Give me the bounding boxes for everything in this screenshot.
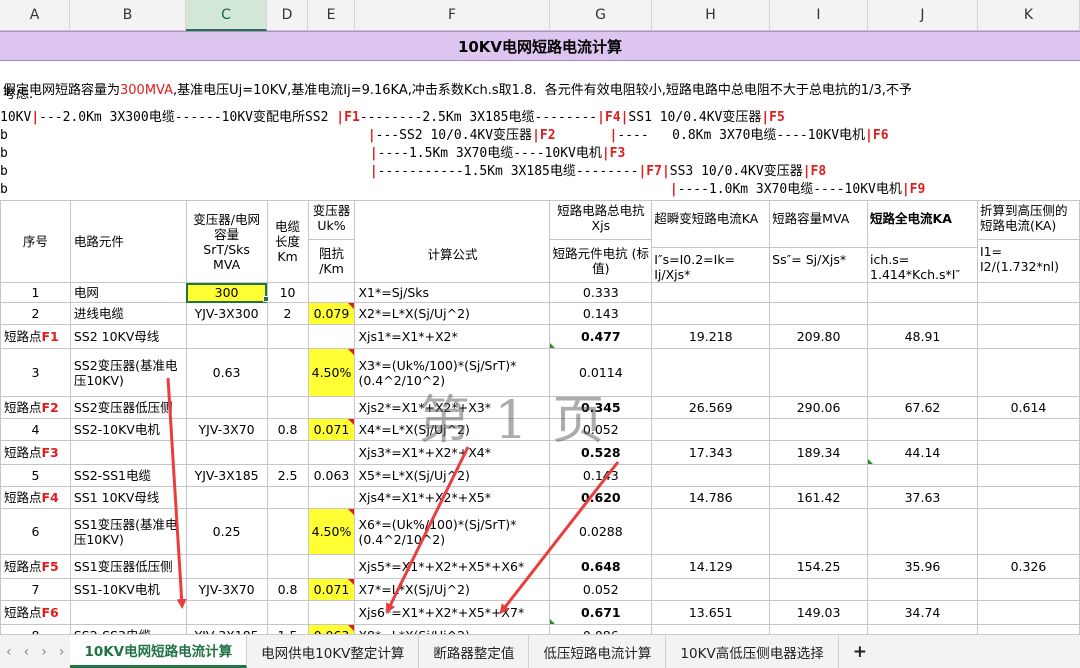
add-sheet-button[interactable]: + <box>839 635 881 668</box>
arrow-1 <box>166 377 187 609</box>
arrow-2 <box>386 446 470 614</box>
tab-short-circuit-calc[interactable]: 10KV电网短路电流计算 <box>70 635 248 668</box>
annotation-arrows <box>166 377 620 615</box>
arrow-3 <box>499 461 620 615</box>
tab-first-icon[interactable]: ‹ <box>0 644 18 660</box>
sheet-tab-bar: ‹ ‹ › › 10KV电网短路电流计算 电网供电10KV整定计算 断路器整定值… <box>0 634 1080 668</box>
tab-equipment-selection[interactable]: 10KV高低压侧电器选择 <box>666 635 839 668</box>
tab-last-icon[interactable]: › <box>53 644 71 660</box>
tab-prev-icon[interactable]: ‹ <box>18 644 36 660</box>
tab-next-icon[interactable]: › <box>35 644 53 660</box>
tab-grid-setting[interactable]: 电网供电10KV整定计算 <box>247 635 420 668</box>
tab-breaker-setting[interactable]: 断路器整定值 <box>419 635 530 668</box>
tab-lv-short-circuit[interactable]: 低压短路电流计算 <box>529 635 667 668</box>
